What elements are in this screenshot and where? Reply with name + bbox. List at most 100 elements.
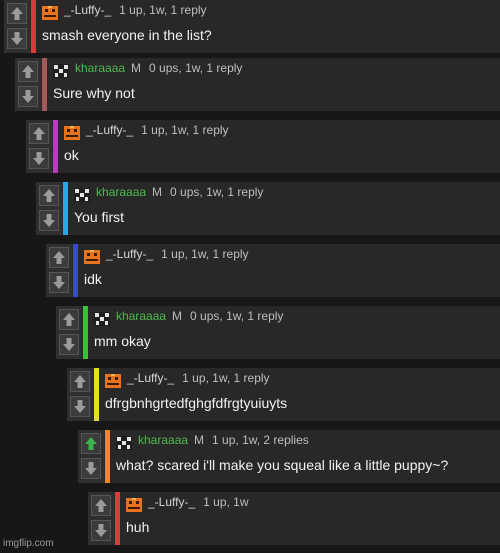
upvote-button[interactable] <box>7 3 27 24</box>
comment-text: huh <box>126 519 150 535</box>
comment-stats: 1 up, 1w, 1 reply <box>141 123 229 137</box>
comment: _-Luffy-_ 1 up, 1w, 1 reply idk <box>46 244 500 297</box>
comment: kharaaaa M 0 ups, 1w, 1 reply You first <box>36 182 500 235</box>
comment: kharaaaa M 0 ups, 1w, 1 reply Sure why not <box>15 58 500 111</box>
comment: _-Luffy-_ 1 up, 1w huh <box>88 492 500 545</box>
avatar <box>105 374 121 388</box>
username-link[interactable]: kharaaaa <box>116 309 166 323</box>
vote-column <box>56 306 82 359</box>
avatar <box>74 188 90 202</box>
up-arrow-icon <box>95 499 107 512</box>
comment-meta: _-Luffy-_ 1 up, 1w, 1 reply <box>106 247 249 261</box>
comment-stats: 1 up, 1w, 2 replies <box>212 433 309 447</box>
depth-indicator <box>73 244 78 297</box>
down-arrow-icon <box>33 152 45 165</box>
downvote-button[interactable] <box>81 458 101 479</box>
vote-column <box>26 120 52 173</box>
downvote-button[interactable] <box>29 148 49 169</box>
username-link[interactable]: kharaaaa <box>75 61 125 75</box>
comment: _-Luffy-_ 1 up, 1w, 1 reply smash everyone… <box>4 0 500 53</box>
mod-badge: M <box>194 433 205 447</box>
depth-indicator <box>53 120 58 173</box>
depth-indicator <box>94 368 99 421</box>
comment-meta: kharaaaa M 0 ups, 1w, 1 reply <box>116 309 283 323</box>
comment-text: dfrgbnhgrtedfghgfdfrgtyuiuyts <box>105 395 288 411</box>
depth-indicator <box>115 492 120 545</box>
upvote-button[interactable] <box>49 247 69 268</box>
down-arrow-icon <box>53 276 65 289</box>
avatar <box>94 312 110 326</box>
avatar <box>53 64 69 78</box>
up-arrow-icon <box>33 127 45 140</box>
username-link[interactable]: kharaaaa <box>138 433 188 447</box>
upvote-button[interactable] <box>59 309 79 330</box>
up-arrow-icon <box>22 65 34 78</box>
comment-stats: 1 up, 1w <box>203 495 249 509</box>
up-arrow-icon <box>53 251 65 264</box>
comment-meta: _-Luffy-_ 1 up, 1w, 1 reply <box>86 123 229 137</box>
up-arrow-icon <box>63 313 75 326</box>
comment-meta: _-Luffy-_ 1 up, 1w, 1 reply <box>127 371 270 385</box>
mod-badge: M <box>131 61 142 75</box>
up-arrow-icon <box>43 189 55 202</box>
up-arrow-icon <box>74 375 86 388</box>
comment-text: Sure why not <box>53 85 135 101</box>
username-link[interactable]: _-Luffy-_ <box>64 3 111 17</box>
mod-badge: M <box>152 185 163 199</box>
comment-text: idk <box>84 271 102 287</box>
down-arrow-icon <box>43 214 55 227</box>
comment-meta: _-Luffy-_ 1 up, 1w, 1 reply <box>64 3 207 17</box>
avatar <box>126 498 142 512</box>
depth-indicator <box>83 306 88 359</box>
comment-stats: 1 up, 1w, 1 reply <box>119 3 207 17</box>
comment-text: smash everyone in the list? <box>42 27 212 43</box>
vote-column <box>78 430 104 483</box>
mod-badge: M <box>172 309 183 323</box>
upvote-button[interactable] <box>39 185 59 206</box>
up-arrow-icon <box>11 7 23 20</box>
depth-indicator <box>31 0 36 53</box>
downvote-button[interactable] <box>18 86 38 107</box>
username-link[interactable]: _-Luffy-_ <box>86 123 133 137</box>
vote-column <box>67 368 93 421</box>
downvote-button[interactable] <box>7 28 27 49</box>
username-link[interactable]: _-Luffy-_ <box>148 495 195 509</box>
depth-indicator <box>105 430 110 483</box>
downvote-button[interactable] <box>59 334 79 355</box>
avatar <box>64 126 80 140</box>
username-link[interactable]: kharaaaa <box>96 185 146 199</box>
downvote-button[interactable] <box>49 272 69 293</box>
avatar <box>84 250 100 264</box>
comment-stats: 1 up, 1w, 1 reply <box>161 247 249 261</box>
watermark: imgflip.com <box>3 538 54 549</box>
comment-stats: 1 up, 1w, 1 reply <box>182 371 270 385</box>
vote-column <box>4 0 30 53</box>
username-link[interactable]: _-Luffy-_ <box>127 371 174 385</box>
comment-meta: kharaaaa M 0 ups, 1w, 1 reply <box>96 185 263 199</box>
upvote-button[interactable] <box>81 433 101 454</box>
down-arrow-icon <box>95 524 107 537</box>
upvote-button[interactable] <box>29 123 49 144</box>
comment: _-Luffy-_ 1 up, 1w, 1 reply dfrgbnhgrtedfg… <box>67 368 500 421</box>
avatar <box>116 436 132 450</box>
comment: _-Luffy-_ 1 up, 1w, 1 reply ok <box>26 120 500 173</box>
comment-text: ok <box>64 147 79 163</box>
down-arrow-icon <box>63 338 75 351</box>
comment-stats: 0 ups, 1w, 1 reply <box>149 61 243 75</box>
up-arrow-icon <box>85 437 97 450</box>
comment-meta: _-Luffy-_ 1 up, 1w <box>148 495 249 509</box>
comment-text: You first <box>74 209 125 225</box>
upvote-button[interactable] <box>70 371 90 392</box>
downvote-button[interactable] <box>39 210 59 231</box>
avatar <box>42 6 58 20</box>
comment-text: mm okay <box>94 333 151 349</box>
upvote-button[interactable] <box>18 61 38 82</box>
username-link[interactable]: _-Luffy-_ <box>106 247 153 261</box>
downvote-button[interactable] <box>91 520 111 541</box>
down-arrow-icon <box>11 32 23 45</box>
down-arrow-icon <box>85 462 97 475</box>
upvote-button[interactable] <box>91 495 111 516</box>
downvote-button[interactable] <box>70 396 90 417</box>
vote-column <box>46 244 72 297</box>
comment: kharaaaa M 1 up, 1w, 2 replies what? scared… <box>78 430 500 483</box>
